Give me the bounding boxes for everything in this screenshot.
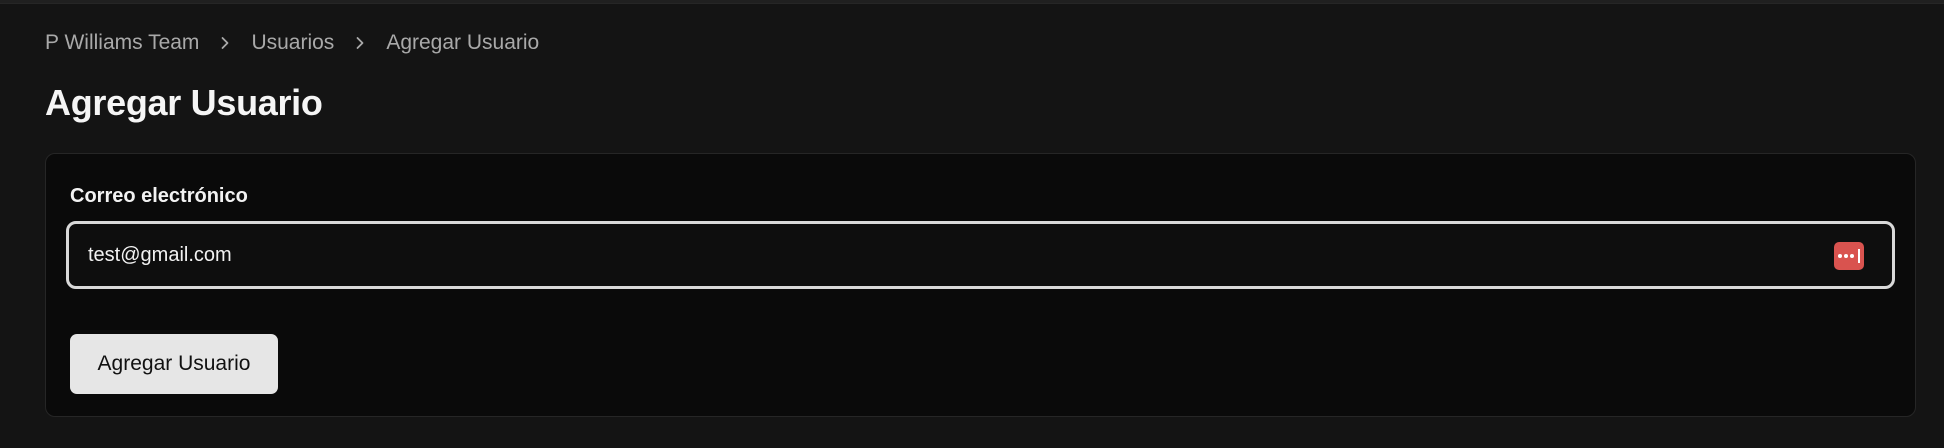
- email-field[interactable]: [69, 224, 1892, 286]
- breadcrumb-item-current: Agregar Usuario: [386, 31, 540, 54]
- email-field-label: Correo electrónico: [70, 185, 248, 207]
- page-title: Agregar Usuario: [45, 82, 323, 123]
- add-user-button[interactable]: Agregar Usuario: [70, 334, 278, 394]
- breadcrumb: P Williams Team Usuarios Agregar Usuario: [45, 30, 539, 56]
- breadcrumb-item-team[interactable]: P Williams Team: [45, 31, 199, 55]
- email-field-wrapper: [66, 221, 1895, 289]
- chevron-right-icon: [199, 36, 251, 50]
- password-manager-icon[interactable]: [1834, 242, 1864, 270]
- chevron-right-icon: [334, 36, 386, 50]
- breadcrumb-item-users[interactable]: Usuarios: [251, 31, 334, 55]
- add-user-form-card: Correo electrónico Agregar Usuario: [45, 153, 1916, 417]
- window-top-border: [0, 0, 1944, 4]
